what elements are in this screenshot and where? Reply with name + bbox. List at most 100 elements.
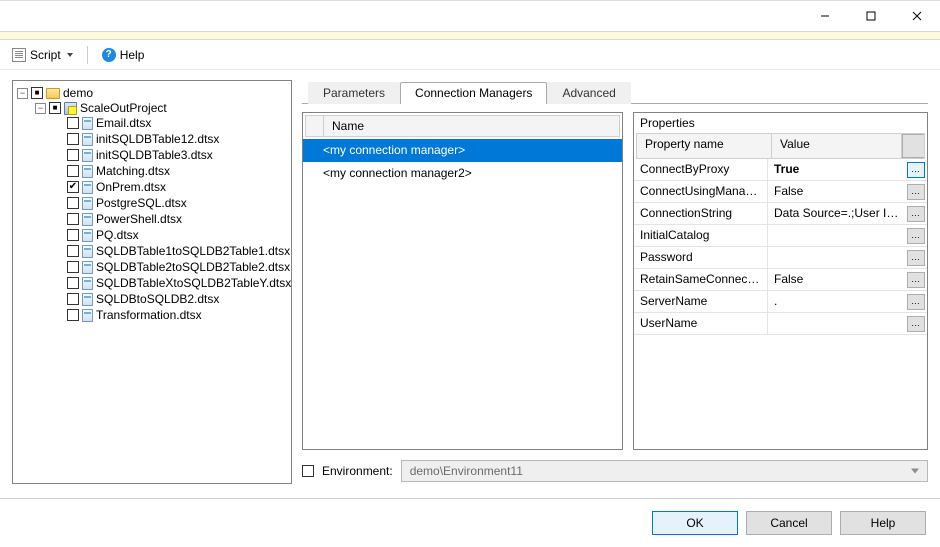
expander-blank bbox=[53, 198, 64, 209]
expander-blank bbox=[53, 214, 64, 225]
property-value[interactable]: True bbox=[768, 159, 905, 180]
property-value[interactable] bbox=[768, 225, 905, 246]
package-icon bbox=[82, 261, 93, 274]
maximize-button[interactable] bbox=[848, 1, 894, 31]
tab-connection-managers[interactable]: Connection Managers bbox=[400, 82, 547, 104]
tree-package[interactable]: initSQLDBTable3.dtsx bbox=[53, 148, 289, 162]
property-row[interactable]: Password … bbox=[634, 247, 927, 269]
script-button[interactable]: Script bbox=[8, 46, 77, 64]
checkbox[interactable] bbox=[67, 277, 79, 289]
tab-parameters[interactable]: Parameters bbox=[308, 82, 400, 104]
environment-select[interactable]: demo\Environment11 bbox=[401, 460, 928, 482]
help-footer-button[interactable]: Help bbox=[840, 511, 926, 535]
tree-package[interactable]: PostgreSQL.dtsx bbox=[53, 196, 289, 210]
tree-pane[interactable]: − demo − ScaleOutProject bbox=[12, 80, 292, 484]
checkbox[interactable] bbox=[67, 133, 79, 145]
tree-root[interactable]: − demo bbox=[17, 86, 289, 100]
tree-project[interactable]: − ScaleOutProject bbox=[35, 101, 289, 115]
properties-pane: Properties Property name Value ConnectBy… bbox=[633, 112, 928, 450]
property-row[interactable]: ServerName . … bbox=[634, 291, 927, 313]
tree-package-label: SQLDBTable2toSQLDB2Table2.dtsx bbox=[96, 260, 290, 274]
property-row[interactable]: ConnectUsingManagedIdentity False … bbox=[634, 181, 927, 203]
checkbox[interactable] bbox=[67, 293, 79, 305]
connection-manager-row[interactable]: <my connection manager2> bbox=[303, 162, 622, 185]
collapse-icon[interactable]: − bbox=[35, 103, 46, 114]
ribbon-strip bbox=[0, 31, 940, 40]
ellipsis-button[interactable]: … bbox=[907, 228, 925, 244]
project-icon bbox=[64, 102, 77, 115]
package-icon bbox=[82, 165, 93, 178]
ellipsis-button[interactable]: … bbox=[907, 206, 925, 222]
checkbox[interactable] bbox=[67, 245, 79, 257]
property-edit-cell: … bbox=[905, 291, 927, 312]
tree-package[interactable]: SQLDBtoSQLDB2.dtsx bbox=[53, 292, 289, 306]
help-button[interactable]: ? Help bbox=[98, 46, 149, 64]
chevron-down-icon bbox=[67, 53, 73, 57]
collapse-icon[interactable]: − bbox=[17, 88, 28, 99]
prop-col-btn bbox=[902, 134, 924, 158]
checkbox[interactable] bbox=[67, 229, 79, 241]
property-value[interactable] bbox=[768, 313, 905, 334]
environment-checkbox[interactable] bbox=[302, 465, 314, 477]
right-pane: ParametersConnection ManagersAdvanced Na… bbox=[302, 80, 928, 484]
expander-blank bbox=[53, 278, 64, 289]
checkbox-tristate[interactable] bbox=[49, 102, 61, 114]
checkbox[interactable] bbox=[67, 213, 79, 225]
property-value[interactable] bbox=[768, 247, 905, 268]
tree-package[interactable]: SQLDBTable2toSQLDB2Table2.dtsx bbox=[53, 260, 289, 274]
panels: Name <my connection manager><my connecti… bbox=[302, 112, 928, 450]
tree-package[interactable]: Transformation.dtsx bbox=[53, 308, 289, 322]
package-icon bbox=[82, 309, 93, 322]
prop-col-name: Property name bbox=[637, 134, 772, 158]
checkbox-tristate[interactable] bbox=[31, 87, 43, 99]
property-row[interactable]: InitialCatalog … bbox=[634, 225, 927, 247]
tree-package[interactable]: SQLDBTableXtoSQLDB2TableY.dtsx bbox=[53, 276, 289, 290]
close-button[interactable] bbox=[894, 1, 940, 31]
property-value[interactable]: . bbox=[768, 291, 905, 312]
package-icon bbox=[82, 229, 93, 242]
property-value[interactable]: False bbox=[768, 181, 905, 202]
property-edit-cell: … bbox=[905, 181, 927, 202]
tree-package[interactable]: SQLDBTable1toSQLDB2Table1.dtsx bbox=[53, 244, 289, 258]
ellipsis-button[interactable]: … bbox=[907, 294, 925, 310]
ok-button[interactable]: OK bbox=[652, 511, 738, 535]
properties-title: Properties bbox=[634, 113, 927, 133]
ellipsis-button[interactable]: … bbox=[907, 162, 925, 178]
minimize-button[interactable] bbox=[802, 1, 848, 31]
expander-blank bbox=[53, 150, 64, 161]
tree-package[interactable]: Matching.dtsx bbox=[53, 164, 289, 178]
tree-package[interactable]: Email.dtsx bbox=[53, 116, 289, 130]
tab-advanced[interactable]: Advanced bbox=[547, 82, 630, 104]
connection-managers-list[interactable]: Name <my connection manager><my connecti… bbox=[302, 112, 623, 450]
tree-package[interactable]: OnPrem.dtsx bbox=[53, 180, 289, 194]
tree-package[interactable]: initSQLDBTable12.dtsx bbox=[53, 132, 289, 146]
cancel-button[interactable]: Cancel bbox=[746, 511, 832, 535]
tree-package[interactable]: PQ.dtsx bbox=[53, 228, 289, 242]
checkbox[interactable] bbox=[67, 181, 79, 193]
checkbox[interactable] bbox=[67, 197, 79, 209]
tree-package-label: initSQLDBTable3.dtsx bbox=[96, 148, 213, 162]
property-row[interactable]: ConnectionString Data Source=.;User ID=.… bbox=[634, 203, 927, 225]
ellipsis-button[interactable]: … bbox=[907, 316, 925, 332]
expander-blank bbox=[53, 182, 64, 193]
checkbox[interactable] bbox=[67, 149, 79, 161]
package-icon bbox=[82, 181, 93, 194]
connection-manager-row[interactable]: <my connection manager> bbox=[303, 139, 622, 162]
property-row[interactable]: ConnectByProxy True … bbox=[634, 159, 927, 181]
expander-blank bbox=[53, 118, 64, 129]
checkbox[interactable] bbox=[67, 309, 79, 321]
property-row[interactable]: RetainSameConnection False … bbox=[634, 269, 927, 291]
ellipsis-button[interactable]: … bbox=[907, 184, 925, 200]
checkbox[interactable] bbox=[67, 117, 79, 129]
checkbox[interactable] bbox=[67, 261, 79, 273]
tree-package[interactable]: PowerShell.dtsx bbox=[53, 212, 289, 226]
script-icon bbox=[12, 48, 26, 62]
checkbox[interactable] bbox=[67, 165, 79, 177]
ellipsis-button[interactable]: … bbox=[907, 250, 925, 266]
property-row[interactable]: UserName … bbox=[634, 313, 927, 335]
property-value[interactable]: False bbox=[768, 269, 905, 290]
property-value[interactable]: Data Source=.;User ID=... bbox=[768, 203, 905, 224]
package-icon bbox=[82, 133, 93, 146]
ellipsis-button[interactable]: … bbox=[907, 272, 925, 288]
tree-package-label: Matching.dtsx bbox=[96, 164, 170, 178]
